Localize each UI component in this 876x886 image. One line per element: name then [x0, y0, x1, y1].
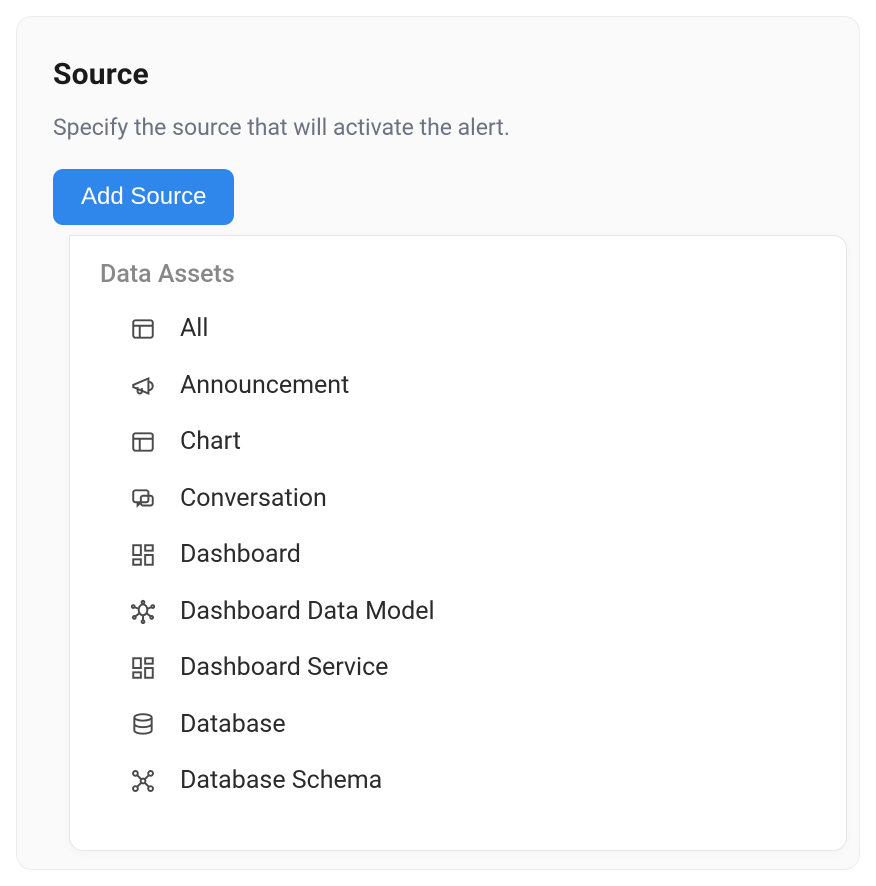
megaphone-icon: [128, 371, 158, 401]
dropdown-item-label: Dashboard: [180, 539, 816, 572]
dashboard-icon: [128, 540, 158, 570]
add-source-button[interactable]: Add Source: [53, 169, 234, 225]
dropdown-item-dashboard[interactable]: Dashboard: [70, 527, 846, 584]
dropdown-item-label: Conversation: [180, 483, 816, 516]
dropdown-item-label: Database: [180, 709, 816, 742]
dropdown-item-announcement[interactable]: Announcement: [70, 358, 846, 415]
dropdown-list: All Announcement Chart: [70, 301, 846, 810]
dropdown-item-all[interactable]: All: [70, 301, 846, 358]
dropdown-item-database-schema[interactable]: Database Schema: [70, 753, 846, 810]
dropdown-item-label: All: [180, 313, 816, 346]
model-icon: [128, 597, 158, 627]
database-icon: [128, 710, 158, 740]
source-panel: Source Specify the source that will acti…: [16, 16, 860, 870]
dropdown-section-title: Data Assets: [70, 252, 846, 301]
dropdown-item-dashboard-data-model[interactable]: Dashboard Data Model: [70, 584, 846, 641]
dropdown-item-conversation[interactable]: Conversation: [70, 471, 846, 528]
panel-title: Source: [53, 57, 823, 92]
dashboard-icon: [128, 653, 158, 683]
table-icon: [128, 427, 158, 457]
dropdown-item-chart[interactable]: Chart: [70, 414, 846, 471]
dropdown-item-label: Announcement: [180, 370, 816, 403]
schema-icon: [128, 766, 158, 796]
dropdown-item-label: Dashboard Data Model: [180, 596, 816, 629]
dropdown-item-database[interactable]: Database: [70, 697, 846, 754]
dropdown-item-label: Database Schema: [180, 765, 816, 798]
dropdown-item-label: Dashboard Service: [180, 652, 816, 685]
panel-subtitle: Specify the source that will activate th…: [53, 114, 823, 141]
chat-icon: [128, 484, 158, 514]
source-dropdown[interactable]: Data Assets All Announcement: [69, 235, 847, 851]
dropdown-item-label: Chart: [180, 426, 816, 459]
dropdown-item-dashboard-service[interactable]: Dashboard Service: [70, 640, 846, 697]
table-icon: [128, 314, 158, 344]
